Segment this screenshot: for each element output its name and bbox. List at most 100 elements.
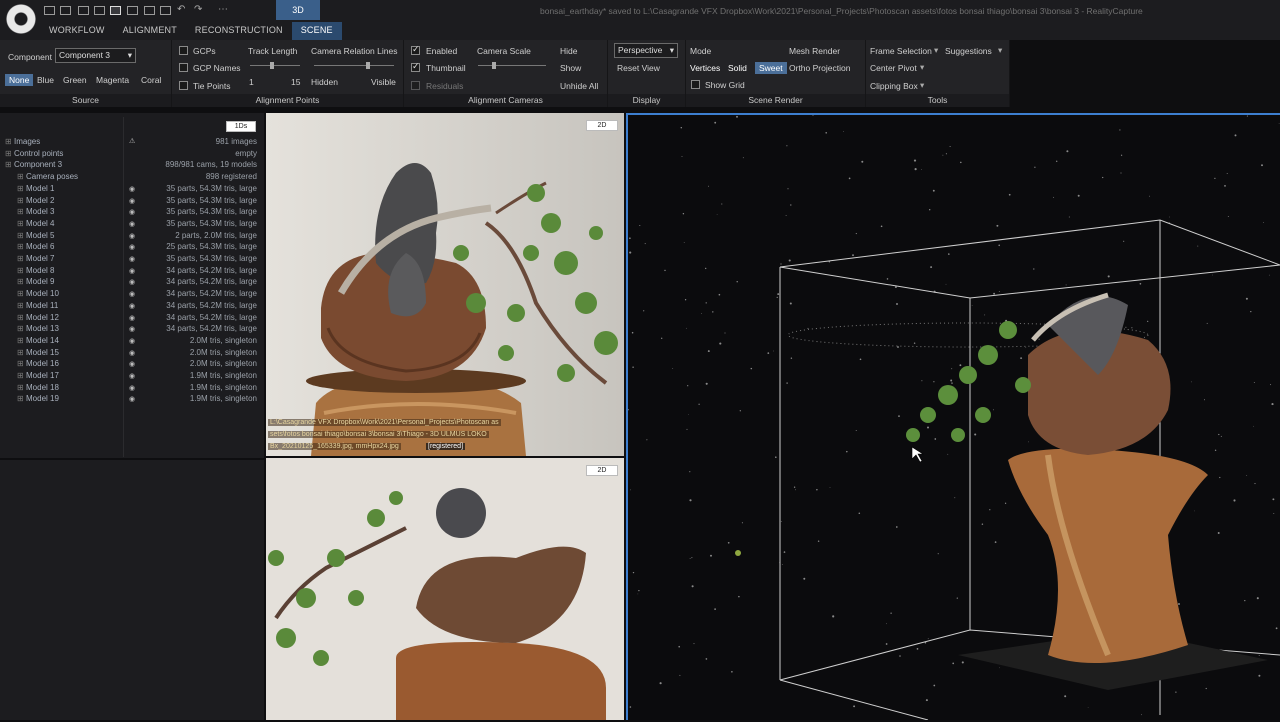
tree-item[interactable]: Model 6 bbox=[26, 242, 54, 254]
gcp-names-checkbox[interactable] bbox=[179, 63, 188, 72]
tree-item[interactable]: Model 15 bbox=[26, 348, 59, 360]
expand-icon[interactable]: ⊞ bbox=[17, 207, 24, 219]
expand-icon[interactable]: ⊞ bbox=[17, 172, 24, 184]
tree-item[interactable]: Model 2 bbox=[26, 196, 54, 208]
visibility-eye-icon[interactable]: ◉ bbox=[129, 278, 135, 286]
tree-item[interactable]: Control points bbox=[14, 149, 63, 161]
expand-icon[interactable]: ⊞ bbox=[5, 137, 12, 149]
visibility-eye-icon[interactable]: ◉ bbox=[129, 325, 135, 333]
tree-item[interactable]: Component 3 bbox=[14, 160, 62, 172]
tree-item[interactable]: Model 8 bbox=[26, 266, 54, 278]
visibility-eye-icon[interactable]: ◉ bbox=[129, 267, 135, 275]
visibility-eye-icon[interactable]: ◉ bbox=[129, 232, 135, 240]
view-2d-badge-bottom[interactable]: 2D bbox=[586, 465, 618, 476]
tree-item[interactable]: Model 7 bbox=[26, 254, 54, 266]
view-2d-badge[interactable]: 2D bbox=[586, 120, 618, 131]
expand-icon[interactable]: ⊞ bbox=[5, 149, 12, 161]
gcps-checkbox[interactable] bbox=[179, 46, 188, 55]
suggestions-chevron-icon[interactable]: ▾ bbox=[998, 45, 1002, 56]
layout-6-icon[interactable] bbox=[144, 6, 155, 15]
expand-icon[interactable]: ⊞ bbox=[17, 336, 24, 348]
color-blue-button[interactable]: Blue bbox=[37, 75, 54, 85]
color-magenta-button[interactable]: Magenta bbox=[96, 75, 129, 85]
suggestions-button[interactable]: Suggestions bbox=[945, 46, 992, 56]
tree-item[interactable]: Model 16 bbox=[26, 359, 59, 371]
3d-viewport[interactable] bbox=[626, 113, 1280, 721]
visibility-eye-icon[interactable]: ◉ bbox=[129, 395, 135, 403]
visibility-eye-icon[interactable]: ◉ bbox=[129, 337, 135, 345]
tree-item[interactable]: Model 12 bbox=[26, 313, 59, 325]
layout-1-icon[interactable] bbox=[60, 6, 71, 15]
clipping-box-button[interactable]: Clipping Box bbox=[870, 81, 918, 91]
color-none-button[interactable]: None bbox=[5, 74, 34, 86]
unhide-all-button[interactable]: Unhide All bbox=[560, 81, 598, 91]
clipping-box-chevron-icon[interactable]: ▾ bbox=[920, 80, 924, 91]
center-pivot-chevron-icon[interactable]: ▾ bbox=[920, 62, 924, 73]
visibility-eye-icon[interactable]: ◉ bbox=[129, 220, 135, 228]
expand-icon[interactable]: ⊞ bbox=[17, 219, 24, 231]
component-select[interactable]: Component 3 ▾ bbox=[55, 48, 136, 63]
tree-item[interactable]: Model 19 bbox=[26, 394, 59, 406]
undo-icon[interactable]: ↶ bbox=[177, 4, 185, 15]
image-viewport-top[interactable]: 2D L:\Casagrande VFX Dropbox\Work\2021\P… bbox=[266, 113, 624, 456]
realitycapture-logo-icon[interactable] bbox=[6, 4, 36, 34]
residuals-checkbox[interactable] bbox=[411, 81, 420, 90]
tab-alignment[interactable]: ALIGNMENT bbox=[114, 22, 186, 40]
tree-item[interactable]: Camera poses bbox=[26, 172, 78, 184]
visibility-eye-icon[interactable]: ◉ bbox=[129, 243, 135, 251]
new-project-icon[interactable] bbox=[44, 6, 55, 15]
visibility-eye-icon[interactable]: ◉ bbox=[129, 255, 135, 263]
expand-icon[interactable]: ⊞ bbox=[17, 254, 24, 266]
sweet-button[interactable]: Sweet bbox=[755, 62, 787, 74]
ortho-projection-button[interactable]: Ortho Projection bbox=[789, 63, 850, 73]
expand-icon[interactable]: ⊞ bbox=[17, 289, 24, 301]
expand-icon[interactable]: ⊞ bbox=[17, 266, 24, 278]
vertices-button[interactable]: Vertices bbox=[690, 63, 720, 73]
tree-item[interactable]: Images bbox=[14, 137, 40, 149]
visibility-eye-icon[interactable]: ◉ bbox=[129, 372, 135, 380]
expand-icon[interactable]: ⊞ bbox=[17, 277, 24, 289]
layout-4-icon[interactable] bbox=[110, 6, 121, 15]
visibility-eye-icon[interactable]: ◉ bbox=[129, 384, 135, 392]
layout-5-icon[interactable] bbox=[127, 6, 138, 15]
hide-button[interactable]: Hide bbox=[560, 46, 577, 56]
visibility-eye-icon[interactable]: ◉ bbox=[129, 290, 135, 298]
tree-item[interactable]: Model 5 bbox=[26, 231, 54, 243]
tree-item[interactable]: Model 3 bbox=[26, 207, 54, 219]
expand-icon[interactable]: ⊞ bbox=[17, 301, 24, 313]
image-viewport-bottom[interactable]: 2D bbox=[266, 458, 624, 720]
center-pivot-button[interactable]: Center Pivot bbox=[870, 63, 917, 73]
tree-view-badge[interactable]: 1Ds bbox=[226, 121, 256, 132]
tree-item[interactable]: Model 10 bbox=[26, 289, 59, 301]
layout-3-icon[interactable] bbox=[94, 6, 105, 15]
reset-view-button[interactable]: Reset View bbox=[617, 63, 660, 73]
tree-item[interactable]: Model 14 bbox=[26, 336, 59, 348]
visibility-eye-icon[interactable]: ◉ bbox=[129, 302, 135, 310]
tree-item[interactable]: Model 1 bbox=[26, 184, 54, 196]
show-grid-checkbox[interactable] bbox=[691, 80, 700, 89]
enabled-checkbox[interactable] bbox=[411, 44, 420, 55]
thumbnail-checkbox[interactable] bbox=[411, 61, 420, 72]
visibility-eye-icon[interactable]: ◉ bbox=[129, 208, 135, 216]
expand-icon[interactable]: ⊞ bbox=[17, 242, 24, 254]
expand-icon[interactable]: ⊞ bbox=[17, 313, 24, 325]
visibility-eye-icon[interactable]: ◉ bbox=[129, 349, 135, 357]
visibility-eye-icon[interactable]: ◉ bbox=[129, 185, 135, 193]
expand-icon[interactable]: ⊞ bbox=[17, 394, 24, 406]
frame-selection-chevron-icon[interactable]: ▾ bbox=[934, 45, 938, 56]
tree-item[interactable]: Model 17 bbox=[26, 371, 59, 383]
tree-item[interactable]: Model 4 bbox=[26, 219, 54, 231]
tab-workflow[interactable]: WORKFLOW bbox=[40, 22, 114, 40]
visibility-eye-icon[interactable]: ◉ bbox=[129, 314, 135, 322]
expand-icon[interactable]: ⊞ bbox=[17, 371, 24, 383]
tab-reconstruction[interactable]: RECONSTRUCTION bbox=[186, 22, 292, 40]
camera-scale-slider[interactable] bbox=[478, 62, 546, 69]
expand-icon[interactable]: ⊞ bbox=[17, 184, 24, 196]
tree-item[interactable]: Model 9 bbox=[26, 277, 54, 289]
frame-selection-button[interactable]: Frame Selection bbox=[870, 46, 932, 56]
visibility-eye-icon[interactable]: ◉ bbox=[129, 360, 135, 368]
color-green-button[interactable]: Green bbox=[63, 75, 87, 85]
expand-icon[interactable]: ⊞ bbox=[17, 196, 24, 208]
visibility-eye-icon[interactable]: ◉ bbox=[129, 197, 135, 205]
track-length-slider[interactable] bbox=[250, 62, 300, 69]
